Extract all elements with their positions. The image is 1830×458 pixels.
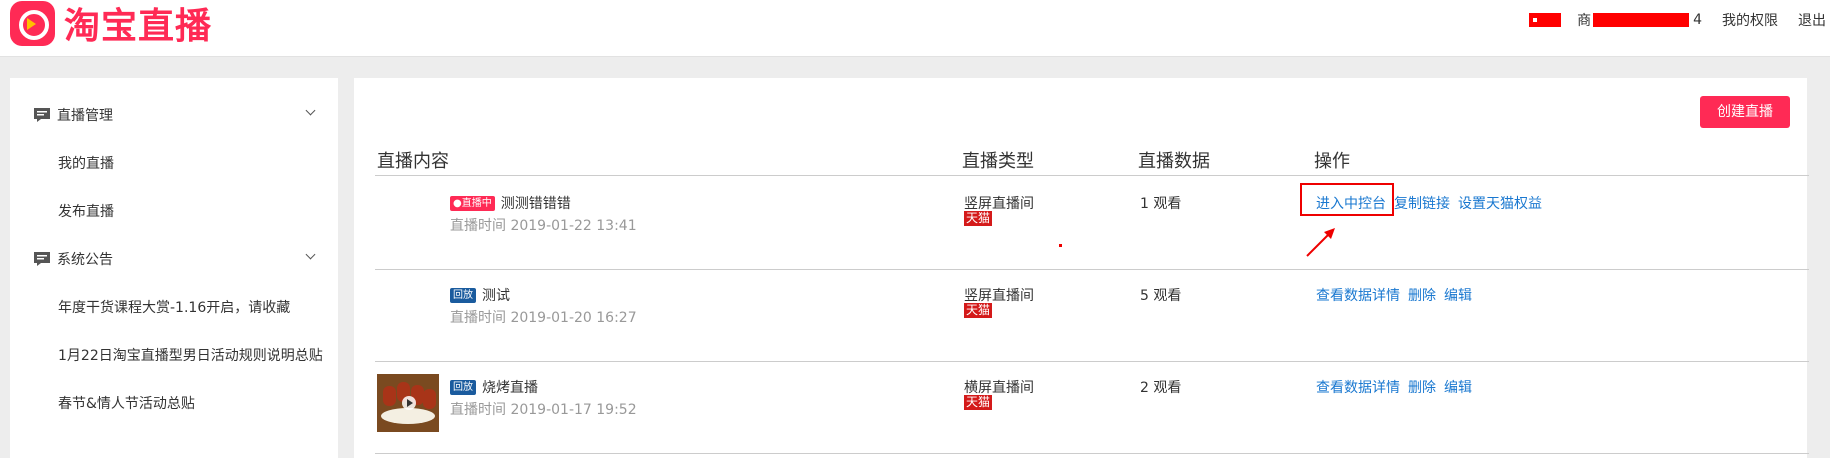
- logo-text: 淘宝直播: [64, 6, 213, 47]
- announcement-icon: [34, 108, 50, 122]
- row-actions: 查看数据详情 删除 编辑: [1316, 377, 1480, 397]
- edit-link[interactable]: 编辑: [1444, 285, 1472, 305]
- tmall-badge: 天猫: [964, 303, 993, 318]
- live-title: 回放 测试: [450, 285, 510, 305]
- view-count: 1 观看: [1140, 196, 1182, 212]
- sidebar-group-label: 系统公告: [57, 252, 113, 268]
- sidebar-item-announcement[interactable]: 春节&情人节活动总贴: [10, 379, 338, 427]
- delete-link[interactable]: 删除: [1408, 285, 1436, 305]
- view-count: 2 观看: [1140, 380, 1182, 396]
- live-type: 竖屏直播间: [964, 288, 1034, 304]
- chevron-down-icon[interactable]: [305, 249, 316, 260]
- live-type: 竖屏直播间: [964, 196, 1034, 212]
- sidebar-item-announcement[interactable]: 1月22日淘宝直播型男日活动规则说明总贴: [10, 331, 338, 379]
- shop-name: 商 4: [1577, 10, 1702, 30]
- chevron-down-icon[interactable]: [305, 105, 316, 116]
- shop-name-prefix: 商: [1577, 13, 1592, 29]
- status-badge: 回放: [450, 379, 476, 395]
- my-permissions-link[interactable]: 我的权限: [1722, 10, 1778, 30]
- column-header-data: 直播数据: [1138, 151, 1210, 172]
- set-tmall-rights-link[interactable]: 设置天猫权益: [1458, 193, 1542, 213]
- view-data-details-link[interactable]: 查看数据详情: [1316, 285, 1400, 305]
- create-live-button[interactable]: 创建直播: [1700, 96, 1790, 128]
- view-data-details-link[interactable]: 查看数据详情: [1316, 377, 1400, 397]
- announcement-icon: [34, 252, 50, 266]
- live-title: ●直播中 测测错错错: [450, 193, 571, 213]
- logo-icon: [10, 0, 55, 46]
- live-title-text[interactable]: 烧烤直播: [482, 377, 538, 397]
- edit-link[interactable]: 编辑: [1444, 377, 1472, 397]
- table-row: ●直播中 测测错错错 直播时间 2019-01-22 13:41 竖屏直播间 天…: [375, 177, 1809, 270]
- user-bar: 商 4 我的权限 退出: [1529, 0, 1830, 40]
- live-time: 直播时间 2019-01-22 13:41: [450, 218, 637, 234]
- column-header-content: 直播内容: [377, 151, 449, 172]
- live-time: 直播时间 2019-01-17 19:52: [450, 402, 637, 418]
- tmall-badge: 天猫: [964, 395, 993, 410]
- play-icon[interactable]: [402, 396, 416, 410]
- logout-link[interactable]: 退出: [1798, 10, 1826, 30]
- sidebar-group-label: 直播管理: [57, 108, 113, 124]
- annotation-arrow-icon: [1306, 228, 1335, 257]
- top-bar: 淘宝直播 商 4 我的权限 退出: [0, 0, 1830, 57]
- annotation-highlight-box: [1300, 183, 1394, 216]
- sidebar-item-announcement[interactable]: 年度干货课程大赏-1.16开启，请收藏: [10, 283, 338, 331]
- live-thumbnail[interactable]: [377, 374, 439, 432]
- row-actions: 查看数据详情 删除 编辑: [1316, 285, 1480, 305]
- annotation-dot: [1059, 244, 1062, 247]
- main-panel: 创建直播 直播内容 直播类型 直播数据 操作 ●直播中 测测错错错 直播时间 2…: [354, 78, 1809, 458]
- column-header-actions: 操作: [1314, 151, 1350, 172]
- sidebar: 直播管理 我的直播 发布直播 系统公告 年度干货课程大赏-1.16开启，请收藏 …: [10, 78, 338, 458]
- live-title: 回放 烧烤直播: [450, 377, 538, 397]
- sidebar-item-my-live[interactable]: 我的直播: [10, 139, 338, 187]
- table-header: 直播内容 直播类型 直播数据 操作: [375, 147, 1809, 176]
- live-title-text[interactable]: 测试: [482, 285, 510, 305]
- live-time: 直播时间 2019-01-20 16:27: [450, 310, 637, 326]
- logo[interactable]: 淘宝直播: [10, 0, 213, 47]
- delete-link[interactable]: 删除: [1408, 377, 1436, 397]
- tmall-badge: 天猫: [964, 211, 993, 226]
- column-header-type: 直播类型: [962, 151, 1034, 172]
- live-type: 横屏直播间: [964, 380, 1034, 396]
- redacted-avatar: [1529, 13, 1562, 27]
- copy-link-link[interactable]: 复制链接: [1394, 193, 1450, 213]
- sidebar-item-publish-live[interactable]: 发布直播: [10, 187, 338, 235]
- shop-name-suffix: 4: [1693, 12, 1702, 28]
- sidebar-group-announcements[interactable]: 系统公告: [10, 235, 338, 283]
- view-count: 5 观看: [1140, 288, 1182, 304]
- table-row: 回放 测试 直播时间 2019-01-20 16:27 竖屏直播间 天猫 5 观…: [375, 269, 1809, 362]
- live-title-text[interactable]: 测测错错错: [501, 193, 571, 213]
- table-row: 回放 烧烤直播 直播时间 2019-01-17 19:52 横屏直播间 天猫 2…: [375, 361, 1809, 454]
- sidebar-group-live-management[interactable]: 直播管理: [10, 91, 338, 139]
- status-badge: 回放: [450, 287, 476, 303]
- redacted-shop-name: [1593, 13, 1690, 27]
- status-badge: ●直播中: [450, 195, 495, 211]
